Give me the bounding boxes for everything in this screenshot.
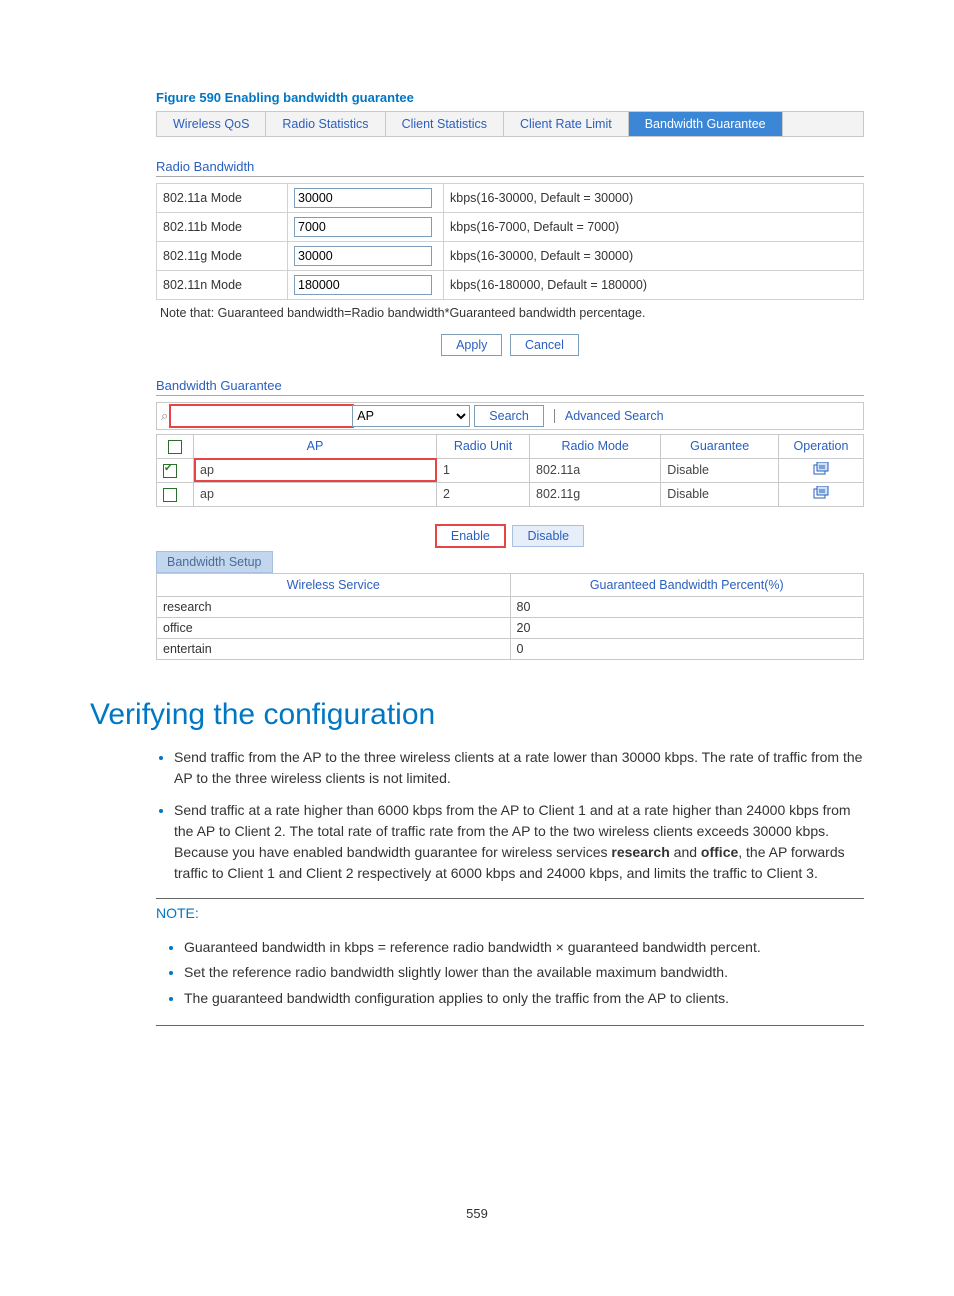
radio-mode-cell: 802.11g xyxy=(530,482,661,506)
mode-hint: kbps(16-30000, Default = 30000) xyxy=(444,184,864,213)
radio-bandwidth-note: Note that: Guaranteed bandwidth=Radio ba… xyxy=(156,300,864,326)
bandwidth-setup-table: Wireless Service Guaranteed Bandwidth Pe… xyxy=(156,573,864,660)
table-row: 802.11a Mode kbps(16-30000, Default = 30… xyxy=(157,184,864,213)
row-checkbox[interactable] xyxy=(163,464,177,478)
guarantee-cell: Disable xyxy=(661,458,779,482)
mode-80211a-input[interactable] xyxy=(294,188,432,208)
bandwidth-setup-tab[interactable]: Bandwidth Setup xyxy=(156,551,273,573)
mode-80211g-input[interactable] xyxy=(294,246,432,266)
figure-caption: Figure 590 Enabling bandwidth guarantee xyxy=(156,90,864,105)
tab-bar: Wireless QoS Radio Statistics Client Sta… xyxy=(156,111,864,137)
tab-bandwidth-guarantee[interactable]: Bandwidth Guarantee xyxy=(629,112,783,136)
list-item: Send traffic from the AP to the three wi… xyxy=(174,746,864,789)
verifying-heading: Verifying the configuration xyxy=(90,698,864,732)
list-item: The guaranteed bandwidth configuration a… xyxy=(184,986,864,1011)
table-row: office 20 xyxy=(157,617,864,638)
ap-cell: ap xyxy=(194,482,437,506)
table-row: ap 1 802.11a Disable xyxy=(157,458,864,482)
edit-icon[interactable] xyxy=(813,486,829,503)
tab-client-rate-limit[interactable]: Client Rate Limit xyxy=(504,112,629,136)
advanced-search-link[interactable]: Advanced Search xyxy=(554,409,664,423)
radio-unit-cell: 2 xyxy=(437,482,530,506)
radio-bandwidth-title: Radio Bandwidth xyxy=(156,159,864,174)
apply-button[interactable]: Apply xyxy=(441,334,502,356)
col-radio-unit: Radio Unit xyxy=(437,435,530,459)
pct-cell: 20 xyxy=(510,617,864,638)
table-row: research 80 xyxy=(157,596,864,617)
search-input[interactable] xyxy=(170,405,353,427)
tab-wireless-qos[interactable]: Wireless QoS xyxy=(157,112,266,136)
col-wireless-service: Wireless Service xyxy=(157,573,511,596)
guarantee-table: AP Radio Unit Radio Mode Guarantee Opera… xyxy=(156,434,864,507)
radio-unit-cell: 1 xyxy=(437,458,530,482)
ws-cell: entertain xyxy=(157,638,511,659)
col-guaranteed-percent: Guaranteed Bandwidth Percent(%) xyxy=(510,573,864,596)
mode-80211b-input[interactable] xyxy=(294,217,432,237)
search-row: ⌕ AP Search Advanced Search xyxy=(156,402,864,430)
edit-icon[interactable] xyxy=(813,462,829,479)
search-button[interactable]: Search xyxy=(474,405,544,427)
mode-label: 802.11a Mode xyxy=(157,184,288,213)
ws-cell: research xyxy=(157,596,511,617)
table-row: ap 2 802.11g Disable xyxy=(157,482,864,506)
disable-button[interactable]: Disable xyxy=(512,525,584,547)
note-list: Guaranteed bandwidth in kbps = reference… xyxy=(156,935,864,1011)
enable-button[interactable]: Enable xyxy=(436,525,505,547)
col-ap: AP xyxy=(194,435,437,459)
list-item: Send traffic at a rate higher than 6000 … xyxy=(174,799,864,884)
mode-80211n-input[interactable] xyxy=(294,275,432,295)
note-section: NOTE: Guaranteed bandwidth in kbps = ref… xyxy=(156,898,864,1026)
mode-hint: kbps(16-30000, Default = 30000) xyxy=(444,242,864,271)
page-number: 559 xyxy=(90,1206,864,1221)
radio-bandwidth-table: 802.11a Mode kbps(16-30000, Default = 30… xyxy=(156,183,864,300)
table-row: entertain 0 xyxy=(157,638,864,659)
pct-cell: 80 xyxy=(510,596,864,617)
ap-cell: ap xyxy=(194,458,437,482)
tab-radio-statistics[interactable]: Radio Statistics xyxy=(266,112,385,136)
search-select[interactable]: AP xyxy=(352,405,470,427)
col-operation: Operation xyxy=(779,435,864,459)
list-item: Guaranteed bandwidth in kbps = reference… xyxy=(184,935,864,960)
ws-cell: office xyxy=(157,617,511,638)
pct-cell: 0 xyxy=(510,638,864,659)
col-guarantee: Guarantee xyxy=(661,435,779,459)
mode-label: 802.11g Mode xyxy=(157,242,288,271)
divider xyxy=(156,898,864,899)
table-row: 802.11b Mode kbps(16-7000, Default = 700… xyxy=(157,213,864,242)
search-icon: ⌕ xyxy=(161,408,168,424)
table-row: 802.11n Mode kbps(16-180000, Default = 1… xyxy=(157,271,864,300)
guarantee-cell: Disable xyxy=(661,482,779,506)
select-all-checkbox[interactable] xyxy=(168,440,182,454)
mode-label: 802.11n Mode xyxy=(157,271,288,300)
col-radio-mode: Radio Mode xyxy=(530,435,661,459)
divider xyxy=(156,176,864,177)
row-checkbox[interactable] xyxy=(163,488,177,502)
mode-hint: kbps(16-180000, Default = 180000) xyxy=(444,271,864,300)
radio-mode-cell: 802.11a xyxy=(530,458,661,482)
bandwidth-guarantee-title: Bandwidth Guarantee xyxy=(156,378,864,393)
verify-bullets: Send traffic from the AP to the three wi… xyxy=(90,746,864,884)
table-row: 802.11g Mode kbps(16-30000, Default = 30… xyxy=(157,242,864,271)
mode-label: 802.11b Mode xyxy=(157,213,288,242)
mode-hint: kbps(16-7000, Default = 7000) xyxy=(444,213,864,242)
cancel-button[interactable]: Cancel xyxy=(510,334,579,356)
tab-client-statistics[interactable]: Client Statistics xyxy=(386,112,504,136)
list-item: Set the reference radio bandwidth slight… xyxy=(184,960,864,985)
divider xyxy=(156,1025,864,1026)
note-title: NOTE: xyxy=(156,905,864,921)
divider xyxy=(156,395,864,396)
